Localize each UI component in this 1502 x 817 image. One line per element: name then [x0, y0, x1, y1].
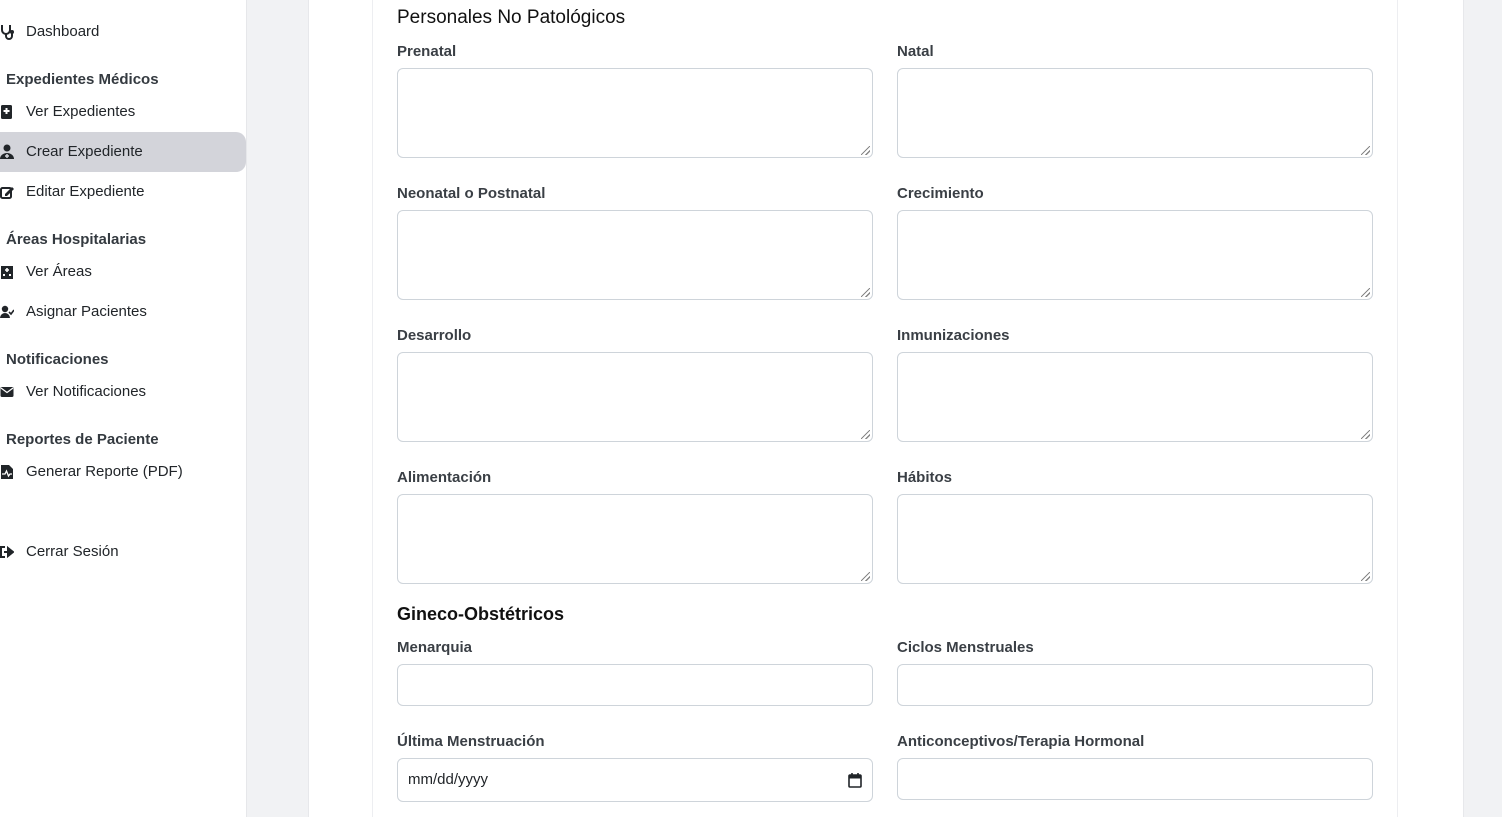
alimentacion-textarea[interactable]: [397, 494, 873, 584]
file-waveform-icon: [0, 464, 14, 480]
neonatal-label: Neonatal o Postnatal: [397, 185, 546, 202]
prenatal-label: Prenatal: [397, 43, 457, 60]
section-gineco-title: Gineco-Obstétricos: [397, 604, 565, 624]
section-areas-hospitalarias: Áreas Hospitalarias: [6, 231, 147, 248]
nav-asignar-pacientes-label: Asignar Pacientes: [26, 303, 147, 320]
nav-asignar-pacientes[interactable]: Asignar Pacientes: [0, 292, 246, 332]
resize-handle[interactable]: [861, 288, 870, 297]
desarrollo-label: Desarrollo: [397, 327, 472, 344]
anticonceptivos-input[interactable]: [897, 758, 1373, 800]
hospital-icon: [0, 264, 14, 280]
section-personales-title: Personales No Patológicos: [397, 7, 626, 28]
resize-handle[interactable]: [861, 146, 870, 155]
user-doctor-icon: [0, 144, 14, 160]
user-check-icon: [0, 304, 14, 320]
inmunizaciones-label: Inmunizaciones: [897, 327, 1010, 344]
nav-ver-notificaciones[interactable]: Ver Notificaciones: [0, 372, 246, 412]
alimentacion-label: Alimentación: [397, 469, 492, 486]
nav-ver-expedientes-label: Ver Expedientes: [26, 103, 136, 120]
natal-label: Natal: [897, 43, 934, 60]
nav-crear-expediente-label: Crear Expediente: [26, 143, 143, 160]
nav-ver-areas[interactable]: Ver Áreas: [0, 252, 246, 292]
neonatal-textarea[interactable]: [397, 210, 873, 300]
calendar-icon[interactable]: [848, 772, 862, 788]
ultima-menstruacion-label: Última Menstruación: [397, 733, 545, 750]
ciclos-input[interactable]: [897, 664, 1373, 706]
section-expedientes-medicos: Expedientes Médicos: [6, 71, 159, 88]
resize-handle[interactable]: [1361, 572, 1370, 581]
section-reportes-paciente: Reportes de Paciente: [6, 431, 159, 448]
nav-cerrar-sesion[interactable]: Cerrar Sesión: [0, 532, 246, 572]
section-notificaciones: Notificaciones: [6, 351, 109, 368]
resize-handle[interactable]: [861, 572, 870, 581]
date-placeholder: mm/dd/yyyy: [408, 771, 489, 788]
file-medical-icon: [0, 104, 14, 120]
natal-textarea[interactable]: [897, 68, 1373, 158]
nav-editar-expediente-label: Editar Expediente: [26, 183, 145, 200]
inmunizaciones-textarea[interactable]: [897, 352, 1373, 442]
habitos-label: Hábitos: [897, 469, 953, 486]
sidebar: Dashboard Expedientes Médicos Ver Expedi…: [0, 0, 247, 817]
nav-editar-expediente[interactable]: Editar Expediente: [0, 172, 246, 212]
crecimiento-textarea[interactable]: [897, 210, 1373, 300]
resize-handle[interactable]: [1361, 430, 1370, 439]
resize-handle[interactable]: [1361, 146, 1370, 155]
nav-ver-expedientes[interactable]: Ver Expedientes: [0, 92, 246, 132]
nav-dashboard-label: Dashboard: [26, 23, 100, 40]
nav-dashboard[interactable]: Dashboard: [0, 12, 246, 52]
habitos-textarea[interactable]: [897, 494, 1373, 584]
nav-ver-areas-label: Ver Áreas: [26, 263, 92, 280]
menarquia-input[interactable]: [397, 664, 873, 706]
nav-cerrar-sesion-label: Cerrar Sesión: [26, 543, 119, 560]
crecimiento-label: Crecimiento: [897, 185, 984, 202]
nav-crear-expediente[interactable]: Crear Expediente: [0, 132, 246, 172]
ultima-menstruacion-date-input[interactable]: mm/dd/yyyy: [397, 758, 873, 802]
prenatal-textarea[interactable]: [397, 68, 873, 158]
sign-out-icon: [0, 544, 14, 560]
anticonceptivos-label: Anticonceptivos/Terapia Hormonal: [897, 733, 1145, 750]
envelope-icon: [0, 384, 14, 400]
nav-ver-notificaciones-label: Ver Notificaciones: [26, 383, 147, 400]
ciclos-label: Ciclos Menstruales: [897, 639, 1034, 656]
nav-generar-reporte[interactable]: Generar Reporte (PDF): [0, 452, 246, 492]
pen-to-square-icon: [0, 184, 14, 200]
resize-handle[interactable]: [1361, 288, 1370, 297]
stethoscope-icon: [0, 24, 14, 40]
nav-generar-reporte-label: Generar Reporte (PDF): [26, 463, 183, 480]
menarquia-label: Menarquia: [397, 639, 473, 656]
desarrollo-textarea[interactable]: [397, 352, 873, 442]
resize-handle[interactable]: [861, 430, 870, 439]
